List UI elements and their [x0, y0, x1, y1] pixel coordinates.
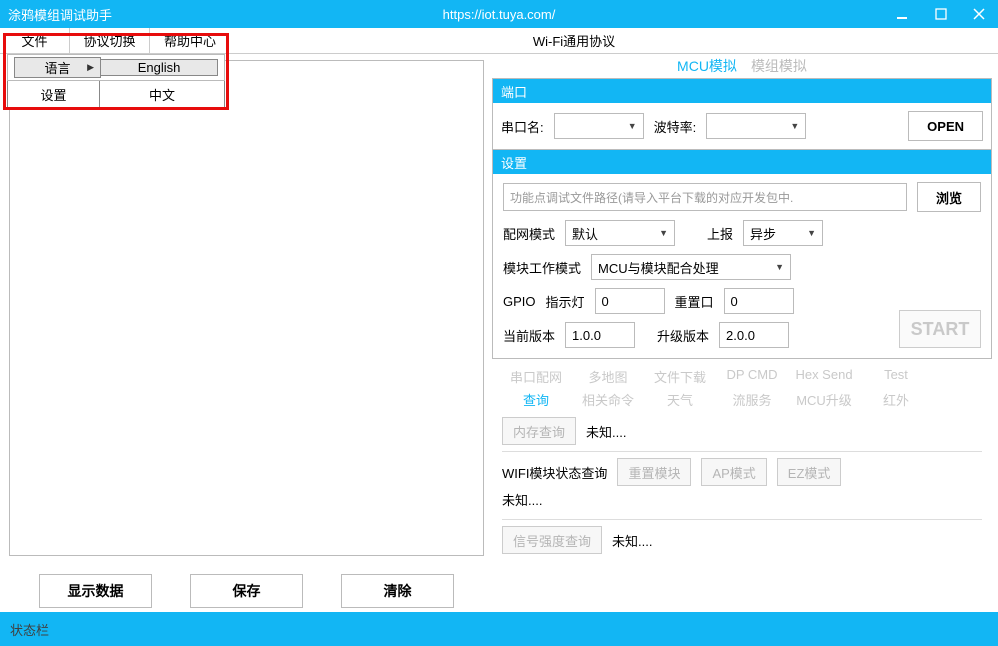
caret-down-icon: ▼	[628, 121, 637, 131]
netmode-select[interactable]: 默认▼	[565, 220, 675, 246]
subtab-hex-send[interactable]: Hex Send	[788, 365, 860, 388]
ap-mode-button[interactable]: AP模式	[701, 458, 766, 486]
subtab-stream[interactable]: 流服务	[716, 388, 788, 411]
menu-help-center[interactable]: 帮助中心	[150, 28, 230, 53]
menu-file[interactable]: 文件	[0, 28, 70, 53]
menu-protocol-switch[interactable]: 协议切换	[70, 28, 150, 53]
ez-mode-button[interactable]: EZ模式	[777, 458, 842, 486]
reset-label: 重置口	[675, 292, 714, 311]
serial-label: 串口名:	[501, 117, 544, 136]
caret-down-icon: ▼	[659, 228, 668, 238]
baud-select[interactable]: ▼	[706, 113, 806, 139]
chevron-right-icon: ▶	[87, 62, 94, 73]
workmode-select[interactable]: MCU与模块配合处理▼	[591, 254, 791, 280]
content: 显示数据 保存 清除 MCU模拟 模组模拟 端口 串口名: ▼ 波特率: ▼ O…	[0, 54, 998, 608]
port-panel: 端口 串口名: ▼ 波特率: ▼ OPEN	[492, 78, 992, 150]
subtabs: 串口配网 多地图 文件下载 DP CMD Hex Send Test 查询 相关…	[492, 359, 992, 413]
gpio-label: GPIO	[503, 294, 536, 309]
subtab-dp-cmd[interactable]: DP CMD	[716, 365, 788, 388]
wifi-status-value: 未知....	[502, 486, 982, 513]
left-pane: 显示数据 保存 清除	[0, 54, 490, 608]
wifi-status-label: WIFI模块状态查询	[502, 463, 607, 482]
right-pane: MCU模拟 模组模拟 端口 串口名: ▼ 波特率: ▼ OPEN 设置 功能点调…	[490, 54, 998, 608]
titlebar: 涂鸦模组调试助手 https://iot.tuya.com/	[0, 0, 998, 28]
signal-status: 未知....	[612, 531, 652, 550]
submenu-language[interactable]: 语言▶	[14, 57, 101, 78]
window-controls	[884, 0, 998, 28]
subtab-related-cmd[interactable]: 相关命令	[572, 388, 644, 411]
cur-ver-input[interactable]: 1.0.0	[565, 322, 635, 348]
baud-label: 波特率:	[654, 117, 697, 136]
clear-button[interactable]: 清除	[341, 574, 454, 608]
app-title: 涂鸦模组调试助手	[0, 5, 112, 24]
workmode-label: 模块工作模式	[503, 258, 581, 277]
submenu-english[interactable]: English	[101, 59, 218, 76]
report-select[interactable]: 异步▼	[743, 220, 823, 246]
port-header: 端口	[493, 79, 991, 103]
submenu-settings[interactable]: 设置	[7, 81, 100, 108]
caret-down-icon: ▼	[775, 262, 784, 272]
serial-select[interactable]: ▼	[554, 113, 644, 139]
caret-down-icon: ▼	[790, 121, 799, 131]
report-label: 上报	[707, 224, 733, 243]
caret-down-icon: ▼	[807, 228, 816, 238]
reset-input[interactable]: 0	[724, 288, 794, 314]
file-submenu: 语言▶ English 设置 中文	[7, 54, 225, 108]
up-ver-label: 升级版本	[657, 326, 709, 345]
protocol-title: Wi-Fi通用协议	[230, 28, 998, 53]
show-data-button[interactable]: 显示数据	[39, 574, 152, 608]
subtab-weather[interactable]: 天气	[644, 388, 716, 411]
close-button[interactable]	[960, 0, 998, 28]
maximize-button[interactable]	[922, 0, 960, 28]
open-button[interactable]: OPEN	[908, 111, 983, 141]
subtab-serial-net[interactable]: 串口配网	[500, 365, 572, 388]
subtab-ir[interactable]: 红外	[860, 388, 932, 411]
netmode-label: 配网模式	[503, 224, 555, 243]
indicator-input[interactable]: 0	[595, 288, 665, 314]
query-section: 内存查询 未知.... WIFI模块状态查询 重置模块 AP模式 EZ模式 未知…	[492, 413, 992, 556]
signal-query-button[interactable]: 信号强度查询	[502, 526, 602, 554]
settings-panel: 设置 功能点调试文件路径(请导入平台下载的对应开发包中. 浏览 配网模式 默认▼…	[492, 150, 992, 359]
browse-button[interactable]: 浏览	[917, 182, 981, 212]
sim-tabs: MCU模拟 模组模拟	[492, 54, 992, 78]
up-ver-input[interactable]: 2.0.0	[719, 322, 789, 348]
mem-query-button[interactable]: 内存查询	[502, 417, 576, 445]
indicator-label: 指示灯	[546, 292, 585, 311]
statusbar-text: 状态栏	[10, 620, 49, 639]
statusbar: 状态栏	[0, 612, 998, 646]
subtab-mcu-upgrade[interactable]: MCU升级	[788, 388, 860, 411]
start-button[interactable]: START	[899, 310, 981, 348]
url-label: https://iot.tuya.com/	[443, 7, 556, 22]
subtab-file-dl[interactable]: 文件下载	[644, 365, 716, 388]
path-input[interactable]: 功能点调试文件路径(请导入平台下载的对应开发包中.	[503, 183, 907, 211]
mem-status: 未知....	[586, 422, 626, 441]
settings-header: 设置	[493, 150, 991, 174]
tab-mcu-sim[interactable]: MCU模拟	[677, 56, 737, 76]
minimize-button[interactable]	[884, 0, 922, 28]
subtab-test[interactable]: Test	[860, 365, 932, 388]
cur-ver-label: 当前版本	[503, 326, 555, 345]
subtab-query[interactable]: 查询	[500, 388, 572, 411]
menubar: 文件 协议切换 帮助中心 Wi-Fi通用协议	[0, 28, 998, 54]
submenu-chinese[interactable]: 中文	[100, 81, 225, 108]
reset-module-button[interactable]: 重置模块	[617, 458, 691, 486]
save-button[interactable]: 保存	[190, 574, 303, 608]
tab-module-sim[interactable]: 模组模拟	[751, 56, 807, 76]
log-textarea[interactable]	[9, 60, 484, 556]
subtab-multimap[interactable]: 多地图	[572, 365, 644, 388]
